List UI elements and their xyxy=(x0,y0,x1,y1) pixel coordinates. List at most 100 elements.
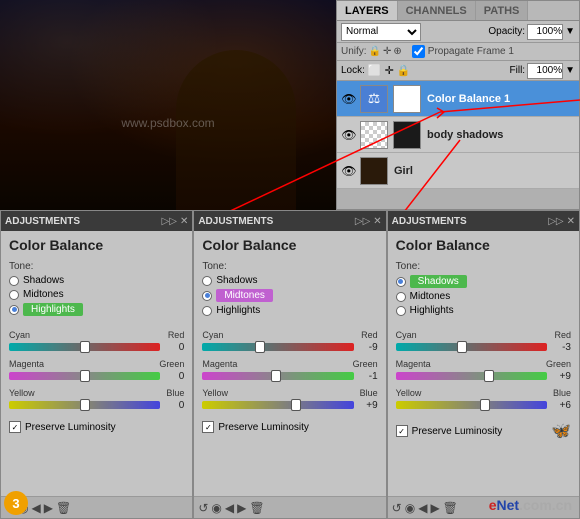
layers-toolbar: Normal Opacity: ▼ xyxy=(337,21,579,43)
slider-track-yb-3[interactable] xyxy=(396,399,547,411)
propagate-text: Propagate Frame 1 xyxy=(428,46,514,57)
expand-icon-1[interactable]: ▷▷ xyxy=(162,216,177,227)
slider-track-yb-1[interactable] xyxy=(9,399,160,411)
preserve-checkbox-1[interactable] xyxy=(9,421,21,433)
midtones-option-3[interactable]: Midtones xyxy=(396,291,571,302)
next-icon-3[interactable]: ▶ xyxy=(430,501,439,515)
reset-icon-3[interactable]: ↺ xyxy=(392,501,402,515)
slider-track-cr-1[interactable] xyxy=(9,341,160,353)
propagate-label: Propagate Frame 1 xyxy=(412,45,514,58)
yellow-label-2: Yellow xyxy=(202,388,228,398)
slider-labels-yb-2: Yellow Blue xyxy=(202,388,377,398)
propagate-checkbox[interactable] xyxy=(412,45,425,58)
eye-icon-3[interactable]: 👁 xyxy=(341,163,357,179)
slider-handle-yb-2[interactable] xyxy=(291,399,301,411)
slider-track-yb-2[interactable] xyxy=(202,399,353,411)
midtones-radio-1[interactable] xyxy=(9,290,19,300)
reset-icon-2[interactable]: ↺ xyxy=(198,501,208,515)
slider-handle-yb-1[interactable] xyxy=(80,399,90,411)
adj-header-3: ADJUSTMENTS ▷▷ ✕ xyxy=(388,211,579,231)
lock-all-icon[interactable]: 🔒 xyxy=(397,64,411,77)
expand-icon-2[interactable]: ▷▷ xyxy=(355,216,370,227)
prev-icon-1[interactable]: ◀ xyxy=(32,501,41,515)
highlights-option-3[interactable]: Highlights xyxy=(396,305,571,316)
layer-row-bodyshadows[interactable]: 👁 body shadows xyxy=(337,117,579,153)
slider-track-mg-3[interactable] xyxy=(396,370,547,382)
tone-label-2: Tone: xyxy=(202,261,234,272)
eye-icon-2[interactable]: 👁 xyxy=(341,127,357,143)
midtones-radio-2[interactable] xyxy=(202,291,212,301)
eye-icon-1[interactable]: 👁 xyxy=(341,91,357,107)
slider-handle-yb-3[interactable] xyxy=(480,399,490,411)
highlights-option-2[interactable]: Highlights xyxy=(202,305,377,316)
toggle-icon-3[interactable]: ◉ xyxy=(405,501,415,515)
layer-thumb-1: ⚖ xyxy=(360,85,388,113)
slider-row-yellow-2: Yellow Blue +9 xyxy=(202,388,377,411)
slider-value-mg-3: +9 xyxy=(551,371,571,382)
slider-labels-mg-1: Magenta Green xyxy=(9,359,184,369)
delete-icon-3[interactable]: 🗑 xyxy=(443,501,458,515)
blend-mode-select[interactable]: Normal xyxy=(341,23,421,41)
slider-handle-mg-3[interactable] xyxy=(484,370,494,382)
shadows-option-3[interactable]: Shadows xyxy=(396,275,571,288)
shadows-option-1[interactable]: Shadows xyxy=(9,275,184,286)
panel-footer-1: ↺ ◉ ◀ ▶ 🗑 xyxy=(1,496,192,518)
slider-handle-mg-2[interactable] xyxy=(271,370,281,382)
opacity-arrow[interactable]: ▼ xyxy=(565,26,575,37)
midtones-option-1[interactable]: Midtones xyxy=(9,289,184,300)
delete-icon-1[interactable]: 🗑 xyxy=(56,501,71,515)
slider-value-cr-1: 0 xyxy=(164,342,184,353)
slider-handle-mg-1[interactable] xyxy=(80,370,90,382)
opacity-input[interactable] xyxy=(527,24,563,40)
highlights-radio-2[interactable] xyxy=(202,306,212,316)
next-icon-2[interactable]: ▶ xyxy=(237,501,246,515)
preserve-checkbox-2[interactable] xyxy=(202,421,214,433)
close-icon-2[interactable]: ✕ xyxy=(373,216,381,227)
lock-position-icon[interactable]: ✛ xyxy=(385,64,394,77)
opacity-row: Opacity: ▼ xyxy=(488,24,575,40)
slider-section-2: Cyan Red -9 xyxy=(202,330,377,411)
layer-row-colorbalance1[interactable]: 👁 ⚖ Color Balance 1 xyxy=(337,81,579,117)
prev-icon-2[interactable]: ◀ xyxy=(225,501,234,515)
highlights-radio-3[interactable] xyxy=(396,306,406,316)
adj-body-1: Color Balance Tone: Shadows Midtones Hig… xyxy=(1,231,192,496)
lock-pixels-icon[interactable]: ⬜ xyxy=(368,64,382,77)
next-icon-1[interactable]: ▶ xyxy=(44,501,53,515)
shadows-option-2[interactable]: Shadows xyxy=(202,275,377,286)
midtones-option-2[interactable]: Midtones xyxy=(202,289,377,302)
tab-layers[interactable]: LAYERS xyxy=(337,1,398,20)
slider-bg-yb-2 xyxy=(202,401,353,409)
preserve-label-1: Preserve Luminosity xyxy=(25,422,116,433)
adj-body-2: Color Balance Tone: Shadows Midtones Hig… xyxy=(194,231,385,496)
slider-row-yellow-1: Yellow Blue 0 xyxy=(9,388,184,411)
layer-name-1: Color Balance 1 xyxy=(427,93,575,105)
slider-handle-cr-2[interactable] xyxy=(255,341,265,353)
midtones-radio-3[interactable] xyxy=(396,292,406,302)
slider-handle-cr-1[interactable] xyxy=(80,341,90,353)
shadows-radio-2[interactable] xyxy=(202,276,212,286)
fill-arrow[interactable]: ▼ xyxy=(565,65,575,76)
expand-icon-3[interactable]: ▷▷ xyxy=(548,216,563,227)
watermark-text: www.psdbox.com xyxy=(121,116,214,130)
shadows-radio-3[interactable] xyxy=(396,277,406,287)
preserve-checkbox-3[interactable] xyxy=(396,425,408,437)
shadows-radio-1[interactable] xyxy=(9,276,19,286)
highlights-option-1[interactable]: Highlights xyxy=(9,303,184,316)
tab-paths[interactable]: PATHS xyxy=(476,1,529,20)
close-icon-1[interactable]: ✕ xyxy=(180,216,188,227)
slider-track-cr-2[interactable] xyxy=(202,341,353,353)
slider-track-mg-2[interactable] xyxy=(202,370,353,382)
highlights-radio-1[interactable] xyxy=(9,305,19,315)
dot-com: .com.cn xyxy=(519,497,572,513)
prev-icon-3[interactable]: ◀ xyxy=(418,501,427,515)
slider-track-mg-1[interactable] xyxy=(9,370,160,382)
close-icon-3[interactable]: ✕ xyxy=(567,216,575,227)
toggle-icon-2[interactable]: ◉ xyxy=(211,501,221,515)
slider-handle-cr-3[interactable] xyxy=(457,341,467,353)
tab-channels[interactable]: CHANNELS xyxy=(398,1,476,20)
slider-track-cr-3[interactable] xyxy=(396,341,547,353)
layer-row-girl[interactable]: 👁 Girl xyxy=(337,153,579,189)
delete-icon-2[interactable]: 🗑 xyxy=(249,501,264,515)
fill-input[interactable] xyxy=(527,63,563,79)
layer-thumb-2 xyxy=(360,121,388,149)
